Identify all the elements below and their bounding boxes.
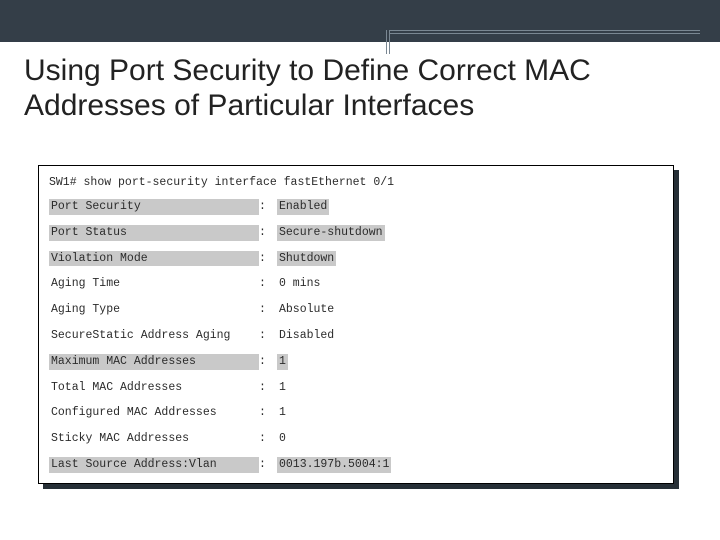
output-value: 0 [277, 431, 288, 447]
output-label: Aging Type [49, 302, 259, 318]
slide-title: Using Port Security to Define Correct MA… [24, 54, 696, 123]
output-row: Violation Mode:Shutdown [49, 251, 661, 267]
output-row: Aging Type:Absolute [49, 302, 661, 318]
output-row: Sticky MAC Addresses:0 [49, 431, 661, 447]
output-row: Port Status:Secure-shutdown [49, 225, 661, 241]
output-value: 0 mins [277, 276, 322, 292]
output-label: Configured MAC Addresses [49, 405, 259, 421]
output-separator: : [259, 276, 277, 292]
output-value: 1 [277, 380, 288, 396]
output-value: Absolute [277, 302, 336, 318]
output-value: Enabled [277, 199, 329, 215]
output-separator: : [259, 354, 277, 370]
output-value: Secure-shutdown [277, 225, 385, 241]
output-label: Maximum MAC Addresses [49, 354, 259, 370]
cli-command: show port-security interface fastEtherne… [84, 176, 395, 189]
cli-output-panel: SW1# show port-security interface fastEt… [38, 165, 674, 484]
output-label: Violation Mode [49, 251, 259, 267]
output-value: Shutdown [277, 251, 336, 267]
output-separator: : [259, 251, 277, 267]
output-label: Aging Time [49, 276, 259, 292]
slide-accent-horizontal [390, 30, 700, 34]
output-label: SecureStatic Address Aging [49, 328, 259, 344]
output-label: Total MAC Addresses [49, 380, 259, 396]
output-value: 1 [277, 354, 288, 370]
slide-accent-vertical [386, 30, 390, 54]
output-value: Disabled [277, 328, 336, 344]
output-label: Port Status [49, 225, 259, 241]
output-separator: : [259, 302, 277, 318]
output-value: 0013.197b.5004:1 [277, 457, 391, 473]
output-separator: : [259, 225, 277, 241]
output-row: Port Security:Enabled [49, 199, 661, 215]
output-separator: : [259, 328, 277, 344]
output-separator: : [259, 457, 277, 473]
cli-command-line: SW1# show port-security interface fastEt… [49, 176, 661, 189]
output-row: Total MAC Addresses:1 [49, 380, 661, 396]
output-label: Port Security [49, 199, 259, 215]
output-row: Aging Time:0 mins [49, 276, 661, 292]
output-separator: : [259, 405, 277, 421]
output-row: Maximum MAC Addresses:1 [49, 354, 661, 370]
output-separator: : [259, 431, 277, 447]
output-label: Last Source Address:Vlan [49, 457, 259, 473]
output-label: Sticky MAC Addresses [49, 431, 259, 447]
output-row: Configured MAC Addresses:1 [49, 405, 661, 421]
cli-prompt: SW1# [49, 176, 77, 189]
output-row: Last Source Address:Vlan:0013.197b.5004:… [49, 457, 661, 473]
output-separator: : [259, 380, 277, 396]
output-separator: : [259, 199, 277, 215]
output-row: SecureStatic Address Aging:Disabled [49, 328, 661, 344]
output-value: 1 [277, 405, 288, 421]
slide-top-bar [0, 0, 720, 42]
